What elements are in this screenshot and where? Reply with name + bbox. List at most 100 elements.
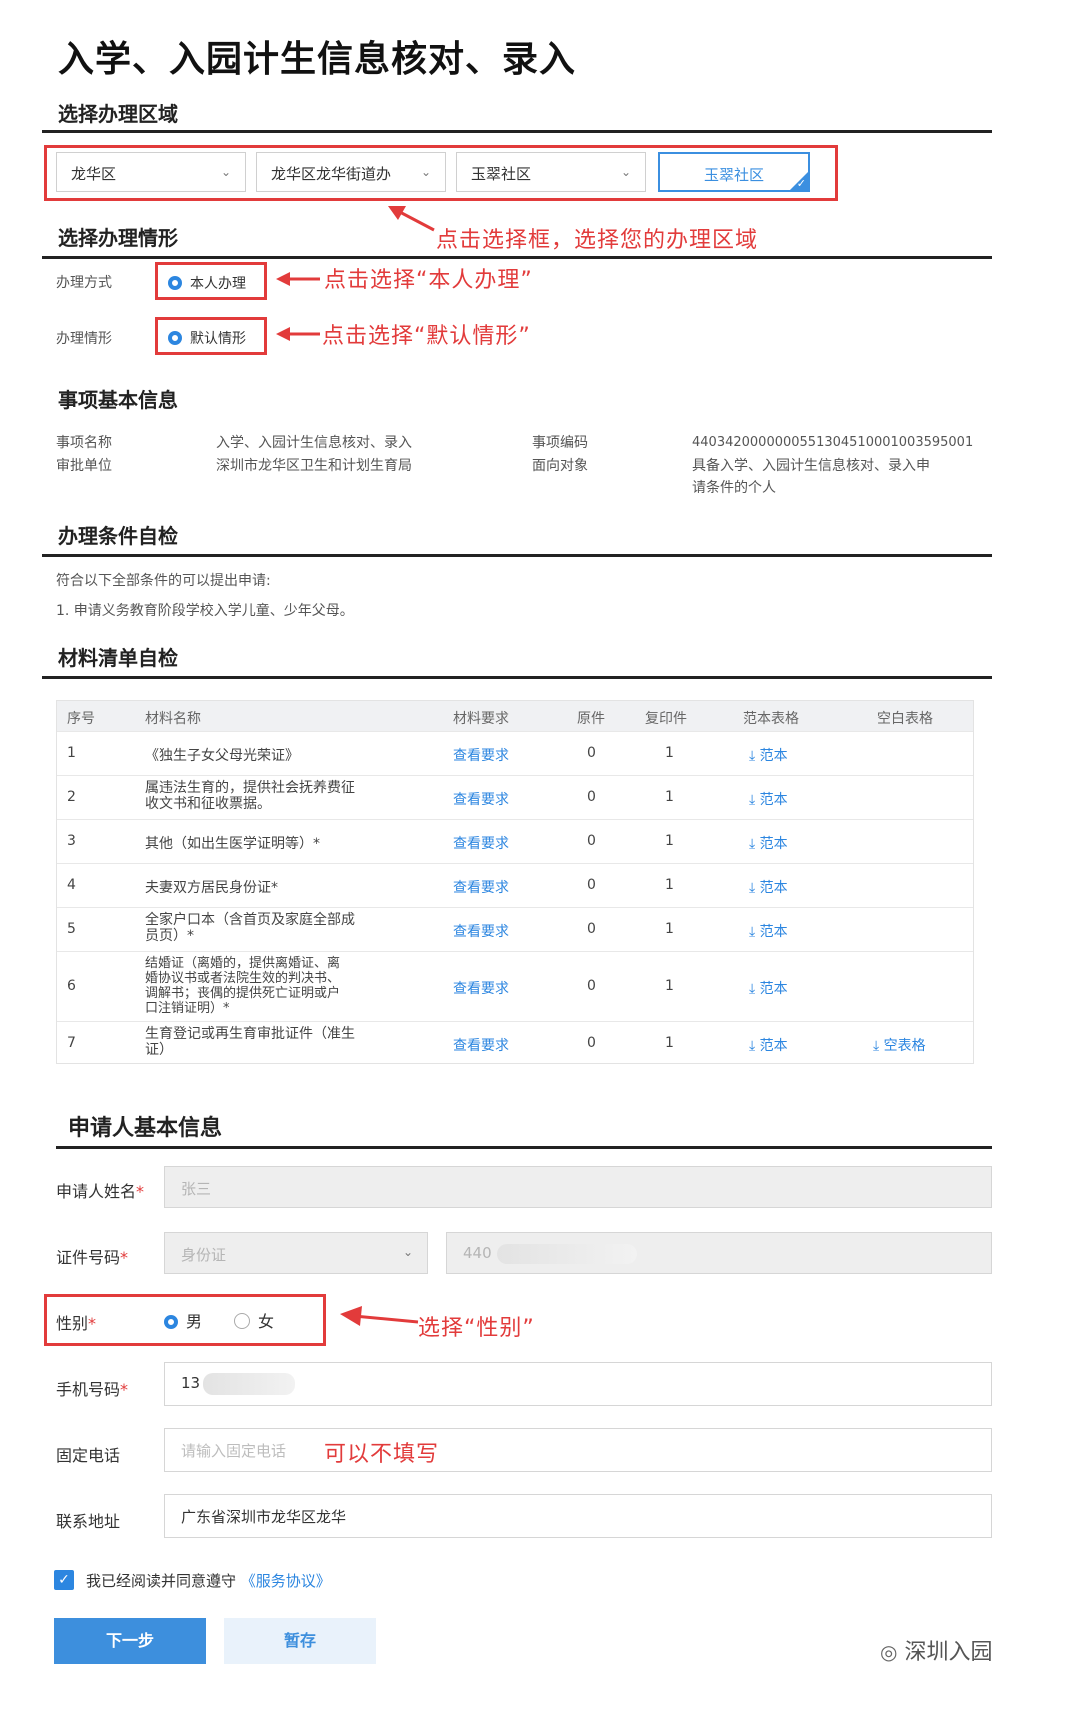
street-select[interactable]: 龙华区龙华街道办 ⌄ <box>256 152 446 192</box>
sample-download-link[interactable]: ⤓ 范本 <box>749 833 788 853</box>
community-select[interactable]: 玉翠社区 ⌄ <box>456 152 646 192</box>
row-name: 其他（如出生医学证明等）* <box>145 836 320 852</box>
view-requirements-link[interactable]: 查看要求 <box>453 833 509 853</box>
row-copy: 1 <box>665 978 674 994</box>
masked-text <box>203 1373 295 1395</box>
row-orig: 0 <box>587 1035 596 1051</box>
case-option-label: 默认情形 <box>190 331 246 347</box>
row-copy: 1 <box>665 1035 674 1051</box>
row-name: 全家户口本（含首页及家庭全部成 员页）* <box>145 912 355 944</box>
chevron-down-icon: ⌄ <box>420 165 431 179</box>
sample-download-link[interactable]: ⤓ 范本 <box>749 877 788 897</box>
community-selected-label: 玉翠社区 <box>703 166 764 184</box>
row-name: 夫妻双方居民身份证* <box>145 880 278 896</box>
item-code-value: 440342000000055130451000100359500​1 <box>692 435 974 450</box>
row-name: 结婚证（离婚的，提供离婚证、离 婚协议书或者法院生效的判决书、 调解书；丧偶的提供死… <box>145 956 341 1016</box>
applicant-name-input[interactable]: 张三 <box>164 1166 992 1208</box>
table-row: 1 《独生子女父母光荣证》 查看要求 0 1 ⤓ 范本 <box>57 731 973 775</box>
case-annotation: 点击选择“默认情形” <box>322 324 531 349</box>
save-draft-button[interactable]: 暂存 <box>224 1618 376 1664</box>
row-no: 5 <box>67 921 76 937</box>
table-row: 7 生育登记或再生育审批证件（准生 证） 查看要求 0 1 ⤓ 范本 ⤓ 空表格 <box>57 1021 973 1064</box>
row-no: 3 <box>67 833 76 849</box>
row-orig: 0 <box>587 745 596 761</box>
case-radio-option[interactable]: 默认情形 <box>155 317 267 355</box>
download-icon: ⤓ <box>749 836 756 852</box>
view-requirements-link[interactable]: 查看要求 <box>453 877 509 897</box>
row-copy: 1 <box>665 833 674 849</box>
row-no: 4 <box>67 877 76 893</box>
gender-annotation: 选择“性别” <box>418 1316 535 1341</box>
row-name: 生育登记或再生育审批证件（准生 证） <box>145 1026 355 1058</box>
wechat-icon: ◎ <box>880 1640 898 1664</box>
row-orig: 0 <box>587 921 596 937</box>
header-no: 序号 <box>67 711 95 727</box>
download-icon: ⤓ <box>749 924 756 940</box>
gender-female-radio[interactable]: 女 <box>234 1308 274 1332</box>
sample-download-link[interactable]: ⤓ 范本 <box>749 745 788 765</box>
blank-form-download-link[interactable]: ⤓ 空表格 <box>873 1035 926 1055</box>
download-icon: ⤓ <box>749 792 756 808</box>
sample-download-link[interactable]: ⤓ 范本 <box>749 1035 788 1055</box>
phone-input[interactable]: 13 <box>164 1362 992 1406</box>
agreement-text: 我已经阅读并同意遵守 《服务协议》 <box>86 1572 331 1590</box>
target-value-line2: 请条件的个人 <box>692 480 776 496</box>
header-name: 材料名称 <box>145 711 201 727</box>
divider <box>42 554 992 557</box>
gender-label: 性别* <box>56 1314 97 1333</box>
header-blank: 空白表格 <box>877 711 933 727</box>
next-step-button[interactable]: 下一步 <box>54 1618 206 1664</box>
table-row: 4 夫妻双方居民身份证* 查看要求 0 1 ⤓ 范本 <box>57 863 973 907</box>
method-radio-option[interactable]: 本人办理 <box>155 262 267 300</box>
divider <box>42 256 992 259</box>
row-orig: 0 <box>587 877 596 893</box>
landline-placeholder: 请输入固定电话 <box>181 1442 287 1460</box>
conditions-intro: 符合以下全部条件的可以提出申请: <box>56 573 271 589</box>
street-value: 龙华区龙华街道办 <box>271 165 392 183</box>
district-select[interactable]: 龙华区 ⌄ <box>56 152 246 192</box>
materials-table: 序号 材料名称 材料要求 原件 复印件 范本表格 空白表格 1 《独生子女父母光… <box>56 700 974 1064</box>
divider <box>42 676 992 679</box>
row-no: 7 <box>67 1035 76 1051</box>
row-copy: 1 <box>665 921 674 937</box>
basic-info-section-title: 事项基本信息 <box>58 388 178 412</box>
id-number-label: 证件号码* <box>56 1248 129 1267</box>
row-no: 1 <box>67 745 76 761</box>
materials-section-title: 材料清单自检 <box>58 646 178 670</box>
id-type-select[interactable]: 身份证 ⌄ <box>164 1232 428 1274</box>
view-requirements-link[interactable]: 查看要求 <box>453 789 509 809</box>
agreement-checkbox[interactable]: ✓ <box>54 1570 74 1590</box>
download-icon: ⤓ <box>749 748 756 764</box>
item-code-label: 事项编码 <box>532 435 588 451</box>
method-annotation: 点击选择“本人办理” <box>324 268 533 293</box>
address-input[interactable]: 广东省深圳市龙华区龙华 <box>164 1494 992 1538</box>
view-requirements-link[interactable]: 查看要求 <box>453 921 509 941</box>
annotation-arrow-icon <box>388 206 435 232</box>
method-option-label: 本人办理 <box>190 276 246 292</box>
sample-download-link[interactable]: ⤓ 范本 <box>749 789 788 809</box>
applicant-name-label: 申请人姓名* <box>56 1182 145 1201</box>
view-requirements-link[interactable]: 查看要求 <box>453 745 509 765</box>
service-agreement-link[interactable]: 《服务协议》 <box>241 1572 331 1590</box>
community-selected-button[interactable]: 玉翠社区 ✓ <box>658 152 810 192</box>
view-requirements-link[interactable]: 查看要求 <box>453 1035 509 1055</box>
view-requirements-link[interactable]: 查看要求 <box>453 978 509 998</box>
row-copy: 1 <box>665 745 674 761</box>
dept-value: 深圳市龙华区卫生和计划生育局 <box>216 458 412 474</box>
download-icon: ⤓ <box>873 1038 880 1054</box>
region-annotation: 点击选择框，选择您的办理区域 <box>436 228 759 253</box>
radio-checked-icon <box>164 1315 178 1329</box>
item-name-value: 入学、入园计生信息核对、录入 <box>216 435 412 451</box>
page: 入学、入园计生信息核对、录入 选择办理区域 龙华区 ⌄ 龙华区龙华街道办 ⌄ 玉… <box>0 0 1080 1722</box>
gender-male-radio[interactable]: 男 <box>164 1308 202 1332</box>
phone-label: 手机号码* <box>56 1380 129 1399</box>
sample-download-link[interactable]: ⤓ 范本 <box>749 978 788 998</box>
radio-checked-icon <box>168 276 182 290</box>
watermark: ◎ 深圳入园 <box>880 1640 993 1665</box>
landline-input[interactable]: 请输入固定电话 <box>164 1428 992 1472</box>
case-label: 办理情形 <box>56 331 112 347</box>
row-no: 2 <box>67 789 76 805</box>
row-no: 6 <box>67 978 76 994</box>
sample-download-link[interactable]: ⤓ 范本 <box>749 921 788 941</box>
id-number-input[interactable]: 440 <box>446 1232 992 1274</box>
